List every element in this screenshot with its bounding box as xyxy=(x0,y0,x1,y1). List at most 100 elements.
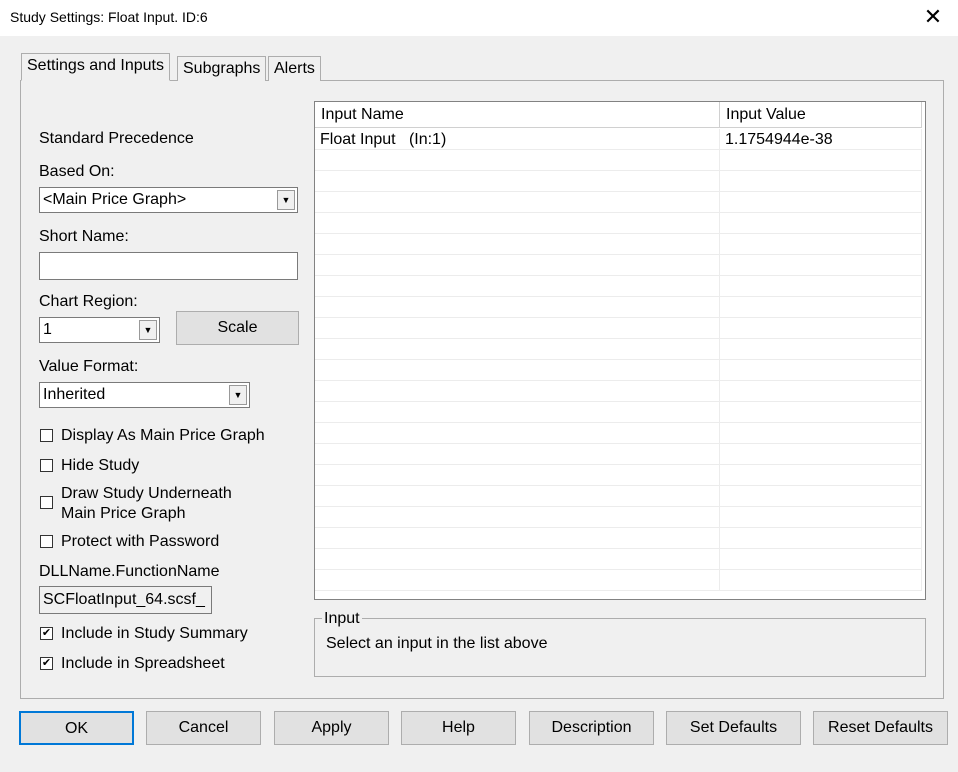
input-name-cell[interactable] xyxy=(315,381,720,402)
table-row[interactable] xyxy=(315,423,922,444)
table-row[interactable] xyxy=(315,318,922,339)
input-name-cell[interactable] xyxy=(315,276,720,297)
value-format-select[interactable]: Inherited ▼ xyxy=(39,382,250,408)
input-value-cell[interactable] xyxy=(720,549,922,570)
input-name-cell[interactable]: Float Input (In:1) xyxy=(315,129,720,150)
protect-password-checkbox[interactable] xyxy=(40,535,53,548)
include-summary-checkbox[interactable]: ✔ xyxy=(40,627,53,640)
input-name-cell[interactable] xyxy=(315,234,720,255)
inputs-grid[interactable]: Input Name Input Value Float Input (In:1… xyxy=(314,101,926,600)
table-row[interactable] xyxy=(315,549,922,570)
ok-button[interactable]: OK xyxy=(19,711,134,745)
input-value-cell[interactable] xyxy=(720,507,922,528)
table-row[interactable] xyxy=(315,255,922,276)
input-value-cell[interactable] xyxy=(720,360,922,381)
input-name-cell[interactable] xyxy=(315,423,720,444)
input-value-cell[interactable] xyxy=(720,276,922,297)
input-value-cell[interactable] xyxy=(720,381,922,402)
table-row[interactable] xyxy=(315,192,922,213)
input-value-cell[interactable] xyxy=(720,402,922,423)
table-row[interactable] xyxy=(315,465,922,486)
display-as-main-checkbox[interactable] xyxy=(40,429,53,442)
input-value-cell[interactable] xyxy=(720,570,922,591)
input-name-cell[interactable] xyxy=(315,465,720,486)
input-value-cell[interactable] xyxy=(720,339,922,360)
input-name-cell[interactable] xyxy=(315,360,720,381)
column-header-input-value[interactable]: Input Value xyxy=(720,102,922,128)
dll-input[interactable]: SCFloatInput_64.scsf_ xyxy=(39,586,212,614)
short-name-input[interactable] xyxy=(39,252,298,280)
input-name-cell[interactable] xyxy=(315,318,720,339)
input-value-cell[interactable] xyxy=(720,318,922,339)
table-row[interactable]: Float Input (In:1) 1.1754944e-38 xyxy=(315,129,922,150)
input-value-cell[interactable] xyxy=(720,150,922,171)
table-row[interactable] xyxy=(315,213,922,234)
input-value-cell[interactable] xyxy=(720,486,922,507)
display-as-main-label: Display As Main Price Graph xyxy=(61,427,265,444)
input-name-cell[interactable] xyxy=(315,549,720,570)
based-on-label: Based On: xyxy=(39,163,115,180)
draw-underneath-checkbox[interactable] xyxy=(40,496,53,509)
table-row[interactable] xyxy=(315,234,922,255)
table-row[interactable] xyxy=(315,444,922,465)
input-value-cell[interactable] xyxy=(720,528,922,549)
table-row[interactable] xyxy=(315,402,922,423)
input-name-cell[interactable] xyxy=(315,444,720,465)
input-value-cell[interactable] xyxy=(720,465,922,486)
input-value-cell[interactable] xyxy=(720,444,922,465)
set-defaults-button[interactable]: Set Defaults xyxy=(666,711,801,745)
input-value-cell[interactable] xyxy=(720,255,922,276)
table-row[interactable] xyxy=(315,150,922,171)
input-name-cell[interactable] xyxy=(315,150,720,171)
based-on-select[interactable]: <Main Price Graph> ▼ xyxy=(39,187,298,213)
description-button[interactable]: Description xyxy=(529,711,654,745)
input-value-cell[interactable] xyxy=(720,234,922,255)
input-name-cell[interactable] xyxy=(315,255,720,276)
cancel-button[interactable]: Cancel xyxy=(146,711,261,745)
chevron-down-icon[interactable]: ▼ xyxy=(277,190,295,210)
column-header-input-name[interactable]: Input Name xyxy=(315,102,720,128)
chevron-down-icon[interactable]: ▼ xyxy=(229,385,247,405)
input-name-cell[interactable] xyxy=(315,486,720,507)
tab-alerts[interactable]: Alerts xyxy=(268,56,321,81)
table-row[interactable] xyxy=(315,276,922,297)
chevron-down-icon[interactable]: ▼ xyxy=(139,320,157,340)
title-bar: Study Settings: Float Input. ID:6 ✕ xyxy=(0,0,958,36)
tab-subgraphs[interactable]: Subgraphs xyxy=(177,56,267,81)
table-row[interactable] xyxy=(315,171,922,192)
table-row[interactable] xyxy=(315,381,922,402)
input-name-cell[interactable] xyxy=(315,213,720,234)
input-name-cell[interactable] xyxy=(315,297,720,318)
tab-settings-and-inputs[interactable]: Settings and Inputs xyxy=(21,53,170,81)
help-button[interactable]: Help xyxy=(401,711,516,745)
input-name-cell[interactable] xyxy=(315,507,720,528)
input-value-cell[interactable]: 1.1754944e-38 xyxy=(720,129,922,150)
chart-region-select[interactable]: 1 ▼ xyxy=(39,317,160,343)
table-row[interactable] xyxy=(315,486,922,507)
input-name-cell[interactable] xyxy=(315,528,720,549)
input-value-cell[interactable] xyxy=(720,192,922,213)
include-spreadsheet-checkbox[interactable]: ✔ xyxy=(40,657,53,670)
hide-study-checkbox[interactable] xyxy=(40,459,53,472)
table-row[interactable] xyxy=(315,297,922,318)
input-value-cell[interactable] xyxy=(720,423,922,444)
input-name-cell[interactable] xyxy=(315,402,720,423)
input-name-cell[interactable] xyxy=(315,570,720,591)
apply-button[interactable]: Apply xyxy=(274,711,389,745)
input-name-cell[interactable] xyxy=(315,171,720,192)
scale-button[interactable]: Scale xyxy=(176,311,299,345)
input-value-cell[interactable] xyxy=(720,171,922,192)
input-value-cell[interactable] xyxy=(720,297,922,318)
table-row[interactable] xyxy=(315,507,922,528)
close-icon[interactable]: ✕ xyxy=(918,4,948,30)
table-row[interactable] xyxy=(315,360,922,381)
input-value-cell[interactable] xyxy=(720,213,922,234)
table-row[interactable] xyxy=(315,339,922,360)
draw-underneath-label-2: Main Price Graph xyxy=(61,505,186,522)
reset-defaults-button[interactable]: Reset Defaults xyxy=(813,711,948,745)
input-name-cell[interactable] xyxy=(315,192,720,213)
table-row[interactable] xyxy=(315,528,922,549)
input-name-cell[interactable] xyxy=(315,339,720,360)
table-row[interactable] xyxy=(315,570,922,591)
based-on-value: <Main Price Graph> xyxy=(43,191,187,208)
